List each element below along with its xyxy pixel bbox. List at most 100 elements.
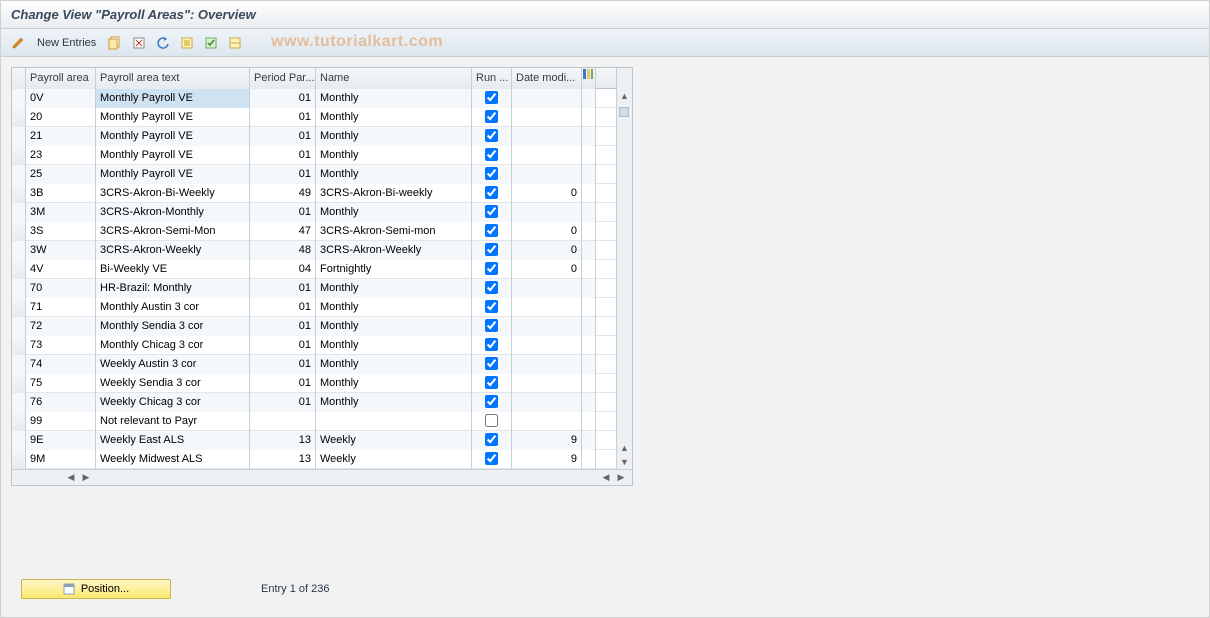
table-row[interactable]: 23Monthly Payroll VE01Monthly [12,146,616,165]
row-selector-header[interactable] [12,68,26,89]
cell-payroll-area-text[interactable]: Weekly Midwest ALS [96,450,250,469]
run-payroll-checkbox[interactable] [485,376,498,389]
cell-date-modifier[interactable] [512,146,582,165]
cell-date-modifier[interactable] [512,412,582,431]
table-row[interactable]: 74Weekly Austin 3 cor01Monthly [12,355,616,374]
table-row[interactable]: 71Monthly Austin 3 cor01Monthly [12,298,616,317]
cell-payroll-area-text[interactable]: Monthly Payroll VE [96,165,250,184]
cell-date-modifier[interactable] [512,298,582,317]
cell-payroll-area-text[interactable]: Monthly Payroll VE [96,146,250,165]
table-row[interactable]: 20Monthly Payroll VE01Monthly [12,108,616,127]
cell-payroll-area-text[interactable]: Weekly Chicag 3 cor [96,393,250,412]
run-payroll-checkbox[interactable] [485,281,498,294]
cell-payroll-area[interactable]: 70 [26,279,96,298]
scroll-up-icon[interactable]: ▲ [618,89,632,103]
table-row[interactable]: 3S3CRS-Akron-Semi-Mon473CRS-Akron-Semi-m… [12,222,616,241]
cell-run-payroll[interactable] [472,279,512,298]
cell-period-parameter[interactable]: 49 [250,184,316,203]
cell-name[interactable]: Monthly [316,279,472,298]
cell-run-payroll[interactable] [472,108,512,127]
scroll-thumb[interactable] [619,107,629,117]
cell-name[interactable] [316,412,472,431]
cell-name[interactable]: 3CRS-Akron-Semi-mon [316,222,472,241]
position-button[interactable]: Position... [21,579,171,599]
cell-payroll-area-text[interactable]: 3CRS-Akron-Semi-Mon [96,222,250,241]
cell-run-payroll[interactable] [472,450,512,469]
scroll-up-small-icon[interactable]: ▲ [618,441,632,455]
row-selector[interactable] [12,374,26,393]
row-selector[interactable] [12,127,26,146]
cell-period-parameter[interactable]: 01 [250,203,316,222]
run-payroll-checkbox[interactable] [485,433,498,446]
cell-name[interactable]: Monthly [316,393,472,412]
run-payroll-checkbox[interactable] [485,91,498,104]
deselect-all-icon[interactable] [226,34,244,52]
cell-run-payroll[interactable] [472,146,512,165]
cell-run-payroll[interactable] [472,298,512,317]
cell-period-parameter[interactable]: 01 [250,374,316,393]
cell-payroll-area[interactable]: 20 [26,108,96,127]
row-selector[interactable] [12,260,26,279]
select-all-icon[interactable] [178,34,196,52]
table-row[interactable]: 70HR-Brazil: Monthly01Monthly [12,279,616,298]
cell-date-modifier[interactable] [512,203,582,222]
cell-period-parameter[interactable]: 01 [250,127,316,146]
cell-payroll-area[interactable]: 72 [26,317,96,336]
cell-payroll-area[interactable]: 99 [26,412,96,431]
col-header-run-payroll[interactable]: Run ... [472,68,512,89]
cell-date-modifier[interactable] [512,89,582,108]
cell-period-parameter[interactable]: 01 [250,279,316,298]
col-header-date-modifier[interactable]: Date modi... [512,68,582,89]
cell-payroll-area-text[interactable]: Weekly East ALS [96,431,250,450]
delete-icon[interactable] [130,34,148,52]
col-header-payroll-area-text[interactable]: Payroll area text [96,68,250,89]
cell-name[interactable]: Weekly [316,450,472,469]
cell-period-parameter[interactable]: 13 [250,431,316,450]
cell-name[interactable]: Monthly [316,355,472,374]
cell-date-modifier[interactable]: 0 [512,222,582,241]
cell-payroll-area-text[interactable]: Monthly Payroll VE [96,108,250,127]
cell-period-parameter[interactable]: 01 [250,393,316,412]
new-entries-button[interactable]: New Entries [33,35,100,51]
table-row[interactable]: 72Monthly Sendia 3 cor01Monthly [12,317,616,336]
cell-payroll-area[interactable]: 76 [26,393,96,412]
cell-run-payroll[interactable] [472,355,512,374]
cell-run-payroll[interactable] [472,374,512,393]
cell-run-payroll[interactable] [472,412,512,431]
row-selector[interactable] [12,241,26,260]
horizontal-scrollbar[interactable]: ◀ ▶ ◀ ▶ [12,469,632,485]
hscroll-right-icon[interactable]: ▶ [79,471,93,485]
select-block-icon[interactable] [202,34,220,52]
row-selector[interactable] [12,108,26,127]
undo-icon[interactable] [154,34,172,52]
cell-run-payroll[interactable] [472,165,512,184]
table-row[interactable]: 3M3CRS-Akron-Monthly01Monthly [12,203,616,222]
cell-date-modifier[interactable] [512,393,582,412]
cell-payroll-area-text[interactable]: Monthly Payroll VE [96,127,250,146]
col-header-payroll-area[interactable]: Payroll area [26,68,96,89]
configure-columns-icon[interactable] [582,68,596,89]
cell-payroll-area[interactable]: 9M [26,450,96,469]
row-selector[interactable] [12,222,26,241]
cell-name[interactable]: 3CRS-Akron-Bi-weekly [316,184,472,203]
cell-payroll-area-text[interactable]: 3CRS-Akron-Monthly [96,203,250,222]
cell-period-parameter[interactable]: 47 [250,222,316,241]
cell-payroll-area-text[interactable]: 3CRS-Akron-Bi-Weekly [96,184,250,203]
cell-payroll-area[interactable]: 0V [26,89,96,108]
row-selector[interactable] [12,450,26,469]
scroll-track[interactable] [617,103,632,441]
table-row[interactable]: 3B3CRS-Akron-Bi-Weekly493CRS-Akron-Bi-we… [12,184,616,203]
cell-period-parameter[interactable]: 48 [250,241,316,260]
run-payroll-checkbox[interactable] [485,357,498,370]
hscroll-right2-icon[interactable]: ▶ [614,471,628,485]
cell-payroll-area[interactable]: 3S [26,222,96,241]
run-payroll-checkbox[interactable] [485,262,498,275]
cell-date-modifier[interactable] [512,317,582,336]
row-selector[interactable] [12,279,26,298]
run-payroll-checkbox[interactable] [485,338,498,351]
cell-payroll-area-text[interactable]: Weekly Sendia 3 cor [96,374,250,393]
hscroll-left-icon[interactable]: ◀ [64,471,78,485]
row-selector[interactable] [12,184,26,203]
cell-payroll-area[interactable]: 3B [26,184,96,203]
cell-name[interactable]: Monthly [316,203,472,222]
